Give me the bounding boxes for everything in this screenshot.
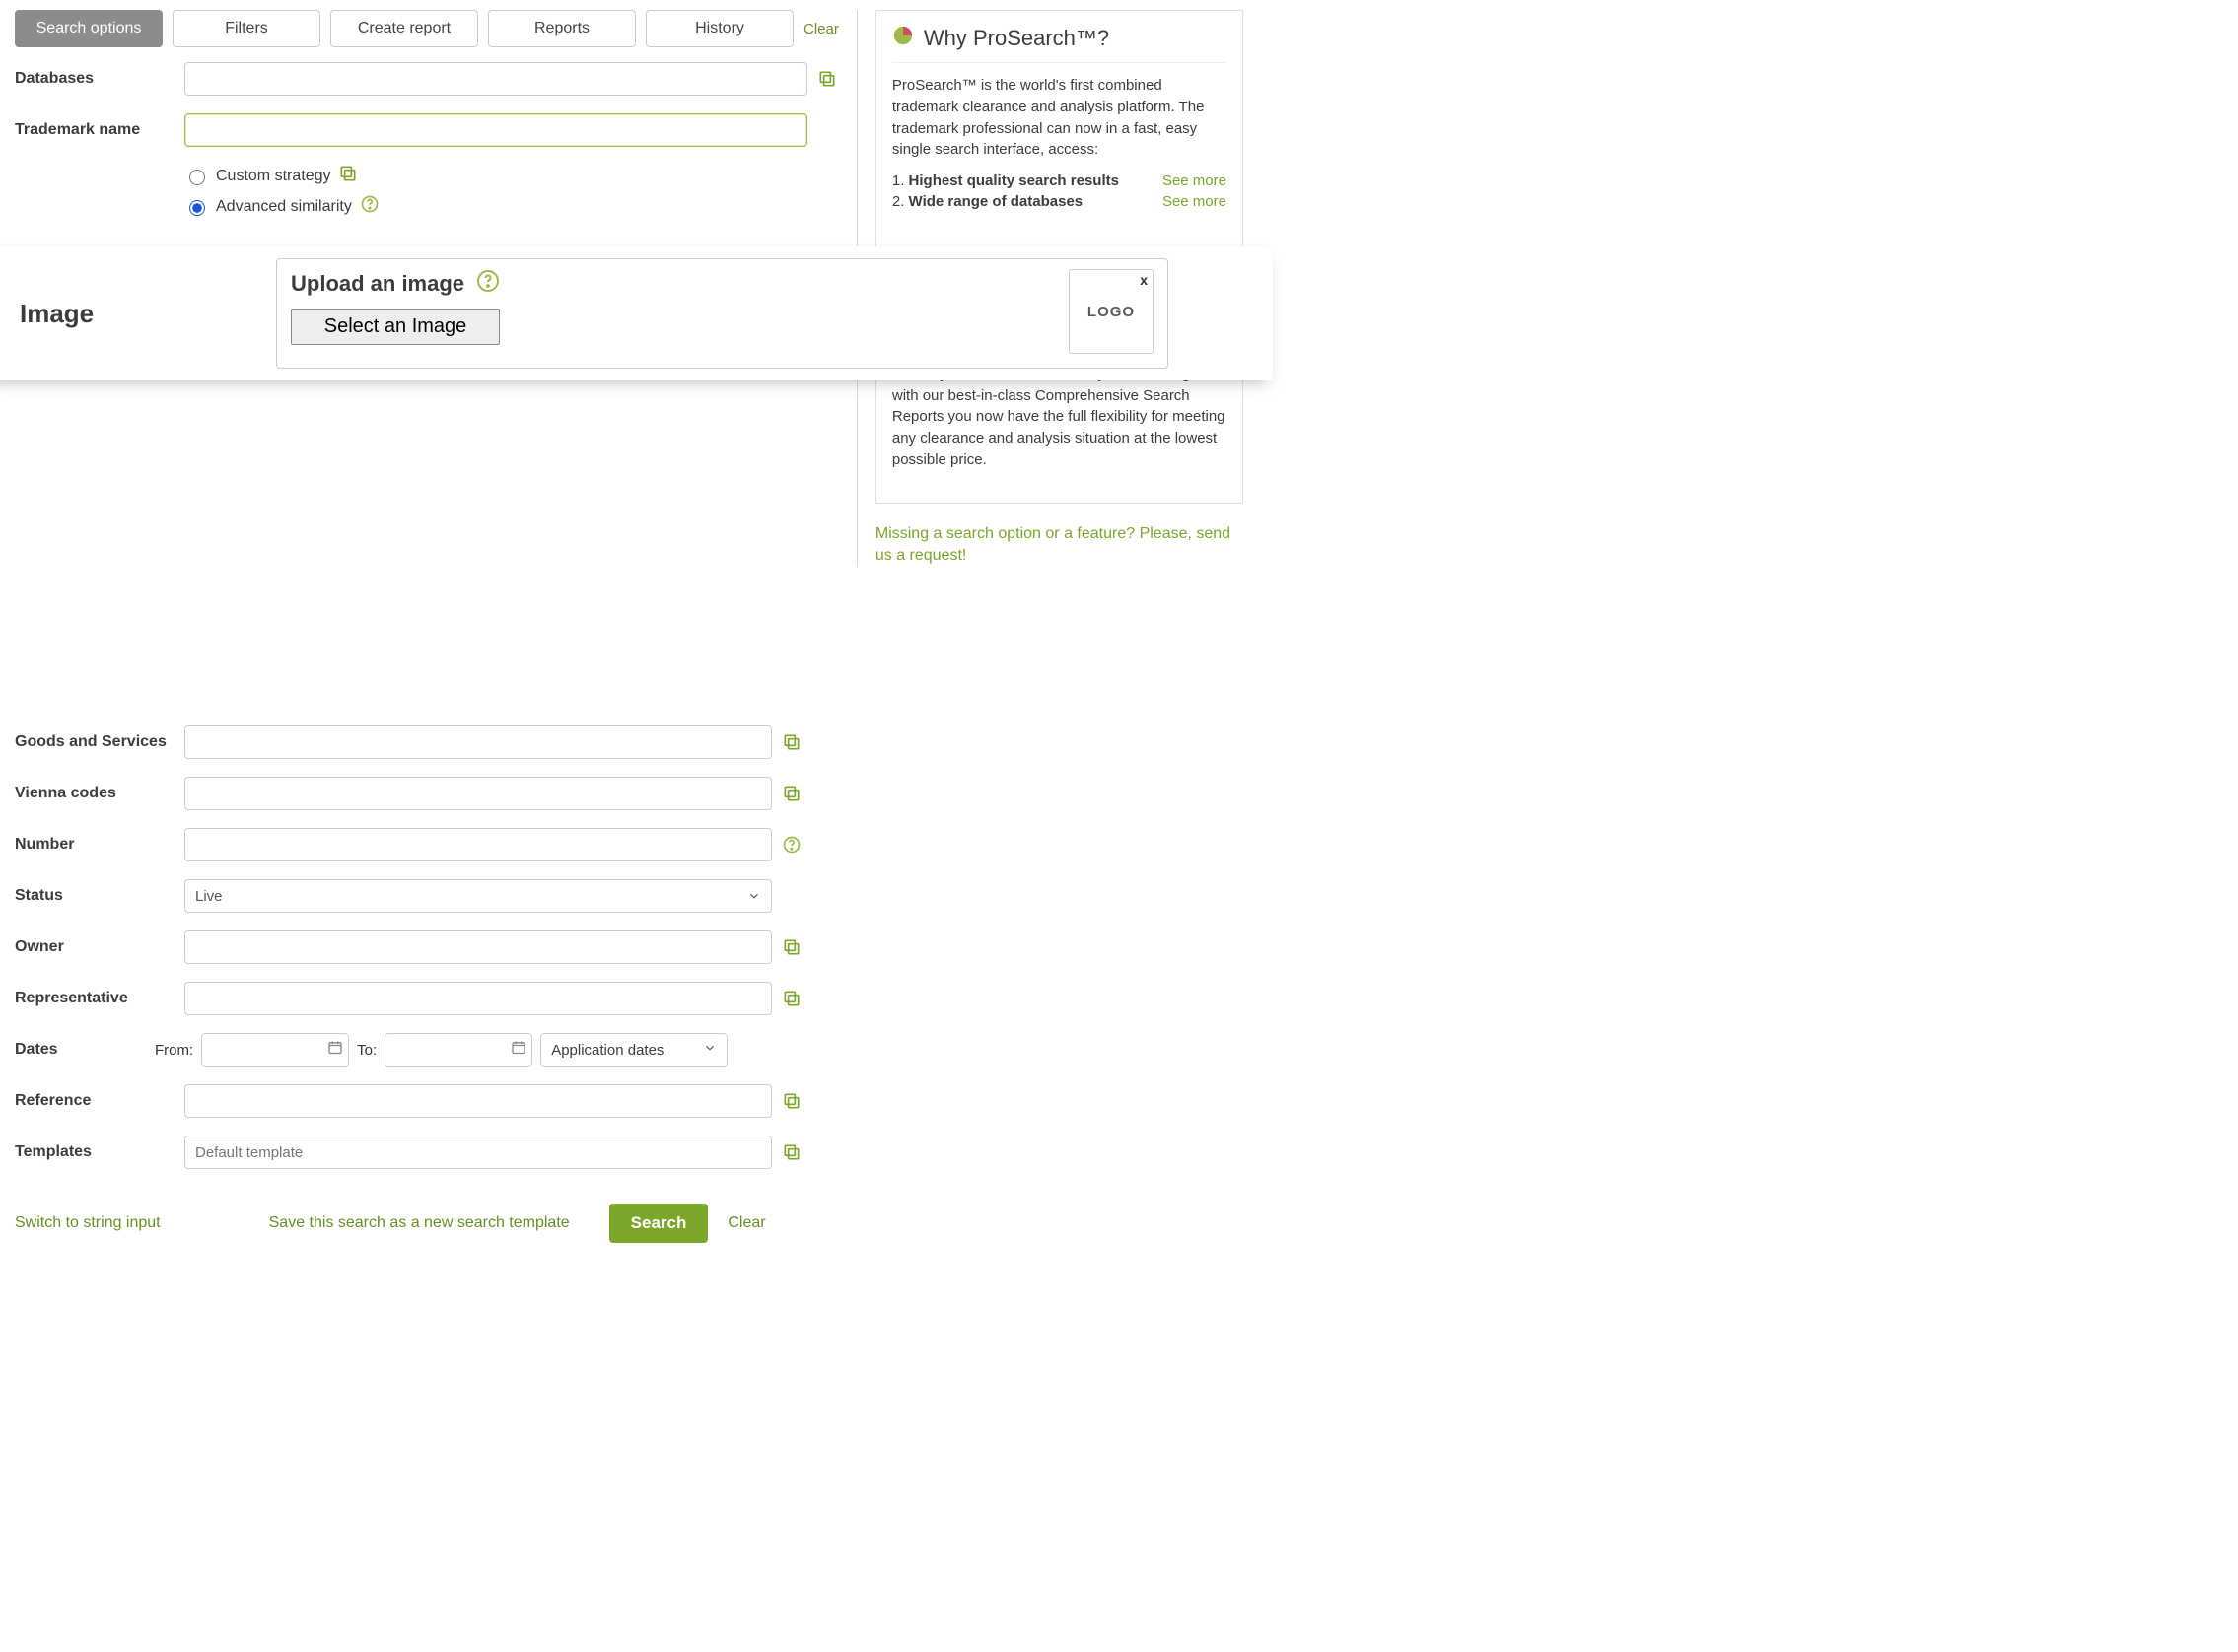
goods-label: Goods and Services	[15, 733, 184, 751]
to-label: To:	[357, 1042, 377, 1059]
templates-label: Templates	[15, 1143, 184, 1161]
copy-icon[interactable]	[780, 784, 804, 803]
templates-input[interactable]	[184, 1136, 772, 1169]
switch-to-string-link[interactable]: Switch to string input	[15, 1214, 161, 1232]
copy-icon[interactable]	[780, 937, 804, 957]
advanced-similarity-radio[interactable]: Advanced similarity	[184, 194, 839, 219]
upload-box: Upload an image Select an Image x LOGO	[276, 258, 1168, 369]
reference-label: Reference	[15, 1092, 184, 1110]
databases-label: Databases	[15, 70, 184, 88]
number-label: Number	[15, 836, 184, 854]
upload-title: Upload an image	[291, 271, 464, 297]
date-type-value: Application dates	[551, 1042, 664, 1059]
copy-icon[interactable]	[780, 732, 804, 752]
reference-input[interactable]	[184, 1084, 772, 1118]
owner-input[interactable]	[184, 930, 772, 964]
vienna-label: Vienna codes	[15, 785, 184, 802]
number-input[interactable]	[184, 828, 772, 861]
from-label: From:	[155, 1042, 193, 1059]
goods-input[interactable]	[184, 725, 772, 759]
tab-filters[interactable]: Filters	[173, 10, 320, 47]
representative-label: Representative	[15, 990, 184, 1007]
image-thumbnail[interactable]: x LOGO	[1069, 269, 1154, 354]
tab-reports[interactable]: Reports	[488, 10, 636, 47]
tab-create-report[interactable]: Create report	[330, 10, 478, 47]
pie-chart-icon	[892, 25, 914, 52]
copy-icon[interactable]	[780, 1142, 804, 1162]
help-icon[interactable]	[476, 269, 500, 299]
date-from-input[interactable]	[201, 1033, 349, 1067]
chevron-down-icon	[703, 1041, 717, 1059]
intro-text: ProSearch™ is the world's first combined…	[892, 75, 1226, 161]
copy-icon[interactable]	[338, 164, 358, 188]
status-select[interactable]: Live	[184, 879, 772, 913]
save-template-link[interactable]: Save this search as a new search templat…	[269, 1214, 570, 1232]
help-icon[interactable]	[360, 194, 380, 219]
clear-link-top[interactable]: Clear	[804, 21, 839, 37]
status-value: Live	[195, 888, 223, 905]
trademark-input[interactable]	[184, 113, 807, 147]
vienna-input[interactable]	[184, 777, 772, 810]
see-more-link[interactable]: See more	[1162, 172, 1226, 189]
see-more-link[interactable]: See more	[1162, 193, 1226, 210]
date-to-input[interactable]	[385, 1033, 532, 1067]
search-form: Search options Filters Create report Rep…	[15, 10, 839, 223]
send-request-link[interactable]: Missing a search option or a feature? Pl…	[875, 523, 1243, 568]
copy-icon[interactable]	[815, 69, 839, 89]
card-title: Why ProSearch™?	[892, 25, 1226, 63]
databases-input[interactable]	[184, 62, 807, 96]
select-image-button[interactable]: Select an Image	[291, 309, 500, 345]
custom-strategy-radio[interactable]: Custom strategy	[184, 164, 839, 188]
advanced-similarity-label: Advanced similarity	[216, 198, 352, 216]
owner-label: Owner	[15, 938, 184, 956]
help-icon[interactable]	[780, 835, 804, 855]
image-label: Image	[0, 299, 276, 329]
copy-icon[interactable]	[780, 989, 804, 1008]
clear-link-bottom[interactable]: Clear	[728, 1214, 765, 1232]
tab-search-options[interactable]: Search options	[15, 10, 163, 47]
feature-1: Highest quality search results	[909, 172, 1119, 189]
status-label: Status	[15, 887, 184, 905]
logo-placeholder-text: LOGO	[1087, 304, 1135, 320]
trademark-label: Trademark name	[15, 121, 184, 139]
copy-icon[interactable]	[780, 1091, 804, 1111]
tab-history[interactable]: History	[646, 10, 794, 47]
tabs-row: Search options Filters Create report Rep…	[15, 10, 839, 47]
date-type-select[interactable]: Application dates	[540, 1033, 728, 1067]
custom-strategy-label: Custom strategy	[216, 168, 330, 185]
search-button[interactable]: Search	[609, 1204, 709, 1243]
chevron-down-icon	[747, 889, 761, 903]
close-icon[interactable]: x	[1140, 272, 1149, 288]
feature-2: Wide range of databases	[909, 193, 1084, 210]
representative-input[interactable]	[184, 982, 772, 1015]
